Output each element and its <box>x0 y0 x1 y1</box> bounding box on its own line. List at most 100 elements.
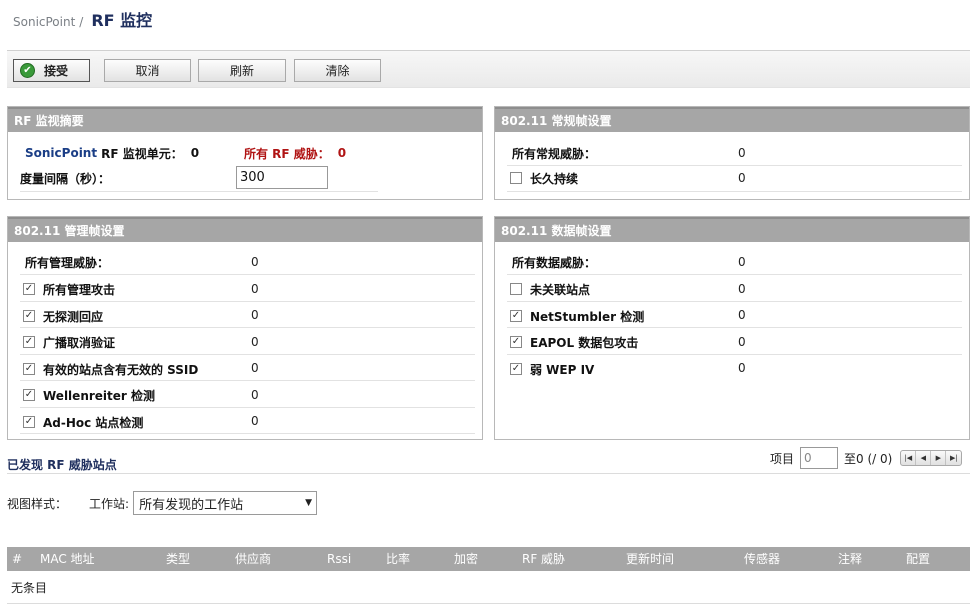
mgmt-item-row[interactable]: ✓ 所有管理攻击 <box>23 277 115 301</box>
invalid-ssid-checkbox[interactable]: ✓ <box>23 363 35 375</box>
dropdown-arrow-icon: ▼ <box>305 498 313 508</box>
data-item-row[interactable]: 未关联站点 <box>510 277 590 301</box>
broadcast-deauth-checkbox[interactable]: ✓ <box>23 336 35 348</box>
general-frame-panel: 802.11 常规帧设置 所有常规威胁： 0 长久持续 0 <box>494 106 970 200</box>
row-divider <box>20 380 475 381</box>
rf-summary-panel: RF 监视摘要 SonicPoint RF 监视单元： 0 所有 RF 威胁： … <box>7 106 483 200</box>
netstumbler-checkbox[interactable]: ✓ <box>510 310 522 322</box>
data-all-value: 0 <box>738 255 746 269</box>
row-divider <box>20 274 475 275</box>
mgmt-item-label: 广播取消验证 <box>43 335 116 350</box>
data-item-label: 弱 WEP IV <box>530 362 595 377</box>
data-item-value: 0 <box>738 335 746 349</box>
mgmt-item-label: Wellenreiter 检测 <box>43 388 155 403</box>
sonicpoint-name: SonicPoint <box>25 146 98 160</box>
mgmt-item-row[interactable]: ✓ 无探测回应 <box>23 304 103 328</box>
prev-page-icon[interactable]: ◀ <box>916 451 932 465</box>
empty-table-message: 无条目 <box>11 581 48 595</box>
found-stations-title: 已发现 RF 威胁站点 <box>7 458 117 472</box>
last-page-icon[interactable]: ▶| <box>946 451 961 465</box>
column-header: # <box>12 552 23 566</box>
row-divider <box>20 327 475 328</box>
management-all-value: 0 <box>251 255 259 269</box>
column-header[interactable]: 更新时间 <box>626 547 674 571</box>
station-select[interactable]: 所有发现的工作站 ▼ <box>133 491 318 515</box>
items-range: 至0 (/ 0) <box>844 451 893 466</box>
interval-label: 度量间隔（秒）： <box>20 171 111 186</box>
unassociated-station-checkbox[interactable] <box>510 283 522 295</box>
row-divider <box>20 191 378 192</box>
column-header[interactable]: MAC 地址 <box>40 547 95 571</box>
accept-label: 接受 <box>44 64 69 78</box>
column-header[interactable]: 比率 <box>386 547 410 571</box>
station-select-value: 所有发现的工作站 <box>139 497 244 513</box>
sonicpoint-units-row: SonicPoint RF 监视单元： 0 <box>25 141 199 165</box>
column-header[interactable]: 加密 <box>454 547 478 571</box>
eapol-checkbox[interactable]: ✓ <box>510 336 522 348</box>
all-mgmt-attacks-checkbox[interactable]: ✓ <box>23 283 35 295</box>
first-page-icon[interactable]: |◀ <box>901 451 917 465</box>
data-item-value: 0 <box>738 308 746 322</box>
station-label: 工作站: <box>89 496 130 511</box>
column-header: 注释 <box>838 552 863 566</box>
data-item-value: 0 <box>738 282 746 296</box>
rf-summary-header: RF 监视摘要 <box>8 107 482 132</box>
persistent-checkbox[interactable] <box>510 172 522 184</box>
mgmt-item-row[interactable]: ✓ 有效的站点含有无效的 SSID <box>23 357 198 381</box>
mgmt-item-value: 0 <box>251 388 259 402</box>
next-page-icon[interactable]: ▶ <box>931 451 947 465</box>
clear-button[interactable]: 清除 <box>294 59 381 82</box>
table-bottom-divider <box>7 603 970 604</box>
mgmt-item-row[interactable]: ✓ Wellenreiter 检测 <box>23 383 155 407</box>
view-style-label: 视图样式： <box>7 496 68 511</box>
general-all-row: 所有常规威胁： <box>512 141 596 165</box>
general-all-label: 所有常规威胁： <box>512 146 597 161</box>
items-label: 项目 <box>770 451 795 466</box>
mgmt-item-value: 0 <box>251 414 259 428</box>
general-item-row[interactable]: 长久持续 <box>510 166 578 190</box>
mgmt-item-row[interactable]: ✓ Ad-Hoc 站点检测 <box>23 410 143 434</box>
column-header[interactable]: 类型 <box>166 547 190 571</box>
adhoc-checkbox[interactable]: ✓ <box>23 416 35 428</box>
mgmt-item-row[interactable]: ✓ 广播取消验证 <box>23 330 115 354</box>
data-item-row[interactable]: ✓ NetStumbler 检测 <box>510 304 644 328</box>
table-header: # MAC 地址 类型 供应商 Rssi 比率 加密 RF 威胁 更新时间 传感… <box>7 547 970 571</box>
row-divider <box>507 191 962 192</box>
items-input[interactable]: 0 <box>800 447 839 469</box>
no-probe-response-checkbox[interactable]: ✓ <box>23 310 35 322</box>
persistent-label: 长久持续 <box>530 171 579 186</box>
pagination: 项目 0 至0 (/ 0) |◀ ◀ ▶ ▶| <box>770 446 963 470</box>
data-frame-panel: 802.11 数据帧设置 所有数据威胁： 0 未关联站点 0 ✓ NetStum… <box>494 216 970 440</box>
accept-button[interactable]: ✔ 接受 <box>13 59 90 82</box>
data-item-label: EAPOL 数据包攻击 <box>530 335 639 350</box>
column-header[interactable]: RF 威胁 <box>522 547 565 571</box>
view-style-row: 视图样式： 工作站: 所有发现的工作站 ▼ <box>7 491 318 515</box>
sonicpoint-units-label: RF 监视单元： <box>101 146 183 161</box>
rf-threats-count: 0 <box>337 146 347 160</box>
row-divider <box>507 301 962 302</box>
pager-buttons: |◀ ◀ ▶ ▶| <box>900 450 963 466</box>
wellenreiter-checkbox[interactable]: ✓ <box>23 389 35 401</box>
column-header[interactable]: 供应商 <box>235 547 271 571</box>
checkmark-icon: ✔ <box>20 63 35 78</box>
mgmt-item-label: Ad-Hoc 站点检测 <box>43 415 144 430</box>
sonicpoint-units-count: 0 <box>190 146 200 160</box>
breadcrumb-parent-link[interactable]: SonicPoint <box>13 15 75 29</box>
column-header[interactable]: Rssi <box>327 547 351 571</box>
weak-wep-iv-checkbox[interactable]: ✓ <box>510 363 522 375</box>
data-item-row[interactable]: ✓ EAPOL 数据包攻击 <box>510 330 638 354</box>
general-frame-header: 802.11 常规帧设置 <box>495 107 969 132</box>
mgmt-item-value: 0 <box>251 308 259 322</box>
persistent-value: 0 <box>738 171 746 185</box>
data-item-label: NetStumbler 检测 <box>530 309 645 324</box>
row-divider <box>507 274 962 275</box>
breadcrumb-separator: / <box>79 15 84 29</box>
interval-input[interactable]: 300 <box>236 166 328 189</box>
mgmt-item-label: 所有管理攻击 <box>43 282 116 297</box>
row-divider <box>20 433 475 434</box>
breadcrumb: SonicPoint / RF 监控 <box>13 7 152 30</box>
data-item-row[interactable]: ✓ 弱 WEP IV <box>510 357 594 381</box>
column-header[interactable]: 传感器 <box>744 547 780 571</box>
cancel-button[interactable]: 取消 <box>104 59 191 82</box>
refresh-button[interactable]: 刷新 <box>198 59 286 82</box>
